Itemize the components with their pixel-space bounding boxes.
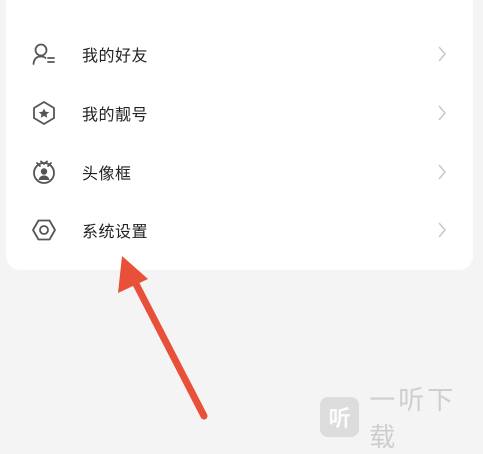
avatar-frame-icon [31, 159, 57, 185]
watermark: 听 一听下载 [320, 386, 483, 453]
menu-item-system-settings[interactable]: 系统设置 [6, 201, 473, 259]
settings-icon [31, 217, 57, 243]
menu-item-my-pretty-number[interactable]: 我的靓号 [6, 84, 473, 142]
menu-item-avatar-frame[interactable]: 头像框 [6, 143, 473, 201]
chevron-right-icon [437, 164, 447, 180]
watermark-text: 一听下载 [369, 386, 457, 453]
pretty-number-icon [31, 100, 57, 126]
menu-item-label: 头像框 [82, 164, 132, 183]
friends-icon [31, 41, 57, 67]
menu-item-label: 我的靓号 [82, 105, 149, 124]
chevron-right-icon [437, 222, 447, 238]
menu-item-label: 系统设置 [82, 222, 149, 241]
chevron-right-icon [437, 46, 447, 62]
menu-item-label: 我的好友 [82, 46, 149, 65]
chevron-right-icon [437, 105, 447, 121]
settings-menu-card: 我的好友 我的靓号 头像框 系统设置 [6, 0, 473, 270]
menu-item-my-friends[interactable]: 我的好友 [6, 25, 473, 83]
watermark-logo: 听 [320, 397, 360, 437]
